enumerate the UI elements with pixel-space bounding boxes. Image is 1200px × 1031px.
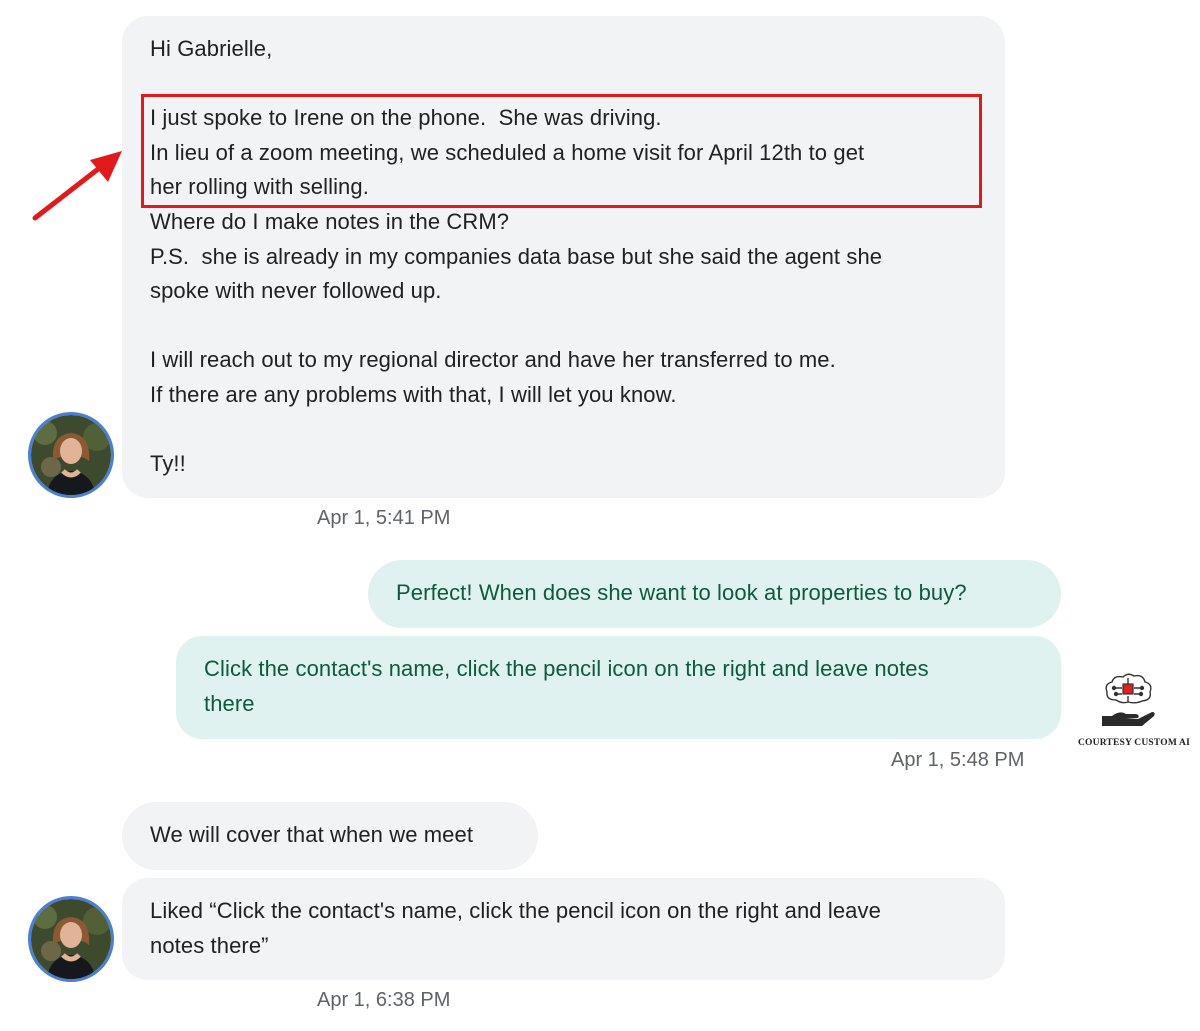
message-line: there bbox=[204, 690, 255, 716]
message-bubble-outgoing: Perfect! When does she want to look at p… bbox=[368, 560, 1061, 628]
message-timestamp: Apr 1, 6:38 PM bbox=[317, 989, 451, 1011]
message-bubble-outgoing: Click the contact's name, click the penc… bbox=[176, 636, 1061, 739]
message-line: We will cover that when we meet bbox=[150, 822, 474, 847]
message-line: Hi Gabrielle, bbox=[150, 36, 273, 61]
contact-photo-icon bbox=[31, 415, 111, 495]
avatar[interactable] bbox=[28, 412, 114, 498]
message-line: Where do I make notes in the CRM? bbox=[150, 208, 510, 234]
message-line: I will reach out to my regional director… bbox=[150, 347, 836, 373]
contact-photo-icon bbox=[31, 899, 111, 979]
message-line: spoke with never followed up. bbox=[150, 278, 442, 304]
message-line: Liked “Click the contact's name, click t… bbox=[150, 898, 881, 923]
message-line: notes there” bbox=[150, 932, 269, 958]
message-line: Click the contact's name, click the penc… bbox=[204, 656, 929, 681]
brain-on-hand-icon bbox=[1102, 673, 1155, 726]
annotation-arrow-icon bbox=[32, 151, 122, 221]
message-bubble-incoming: Liked “Click the contact's name, click t… bbox=[122, 878, 1005, 980]
avatar[interactable] bbox=[28, 896, 114, 982]
message-line: If there are any problems with that, I w… bbox=[150, 381, 677, 407]
message-timestamp: Apr 1, 5:48 PM bbox=[891, 749, 1025, 771]
watermark-caption: COURTESY CUSTOM AI bbox=[1078, 738, 1191, 748]
annotation-highlight-box bbox=[141, 94, 982, 208]
message-line: Ty!! bbox=[150, 451, 186, 477]
message-bubble-incoming: We will cover that when we meet bbox=[122, 802, 538, 870]
message-bubble-incoming: Hi Gabrielle, I just spoke to Irene on t… bbox=[122, 16, 1005, 498]
message-line: P.S. she is already in my companies data… bbox=[150, 243, 883, 269]
message-line: Perfect! When does she want to look at p… bbox=[396, 580, 967, 605]
message-timestamp: Apr 1, 5:41 PM bbox=[317, 507, 451, 529]
